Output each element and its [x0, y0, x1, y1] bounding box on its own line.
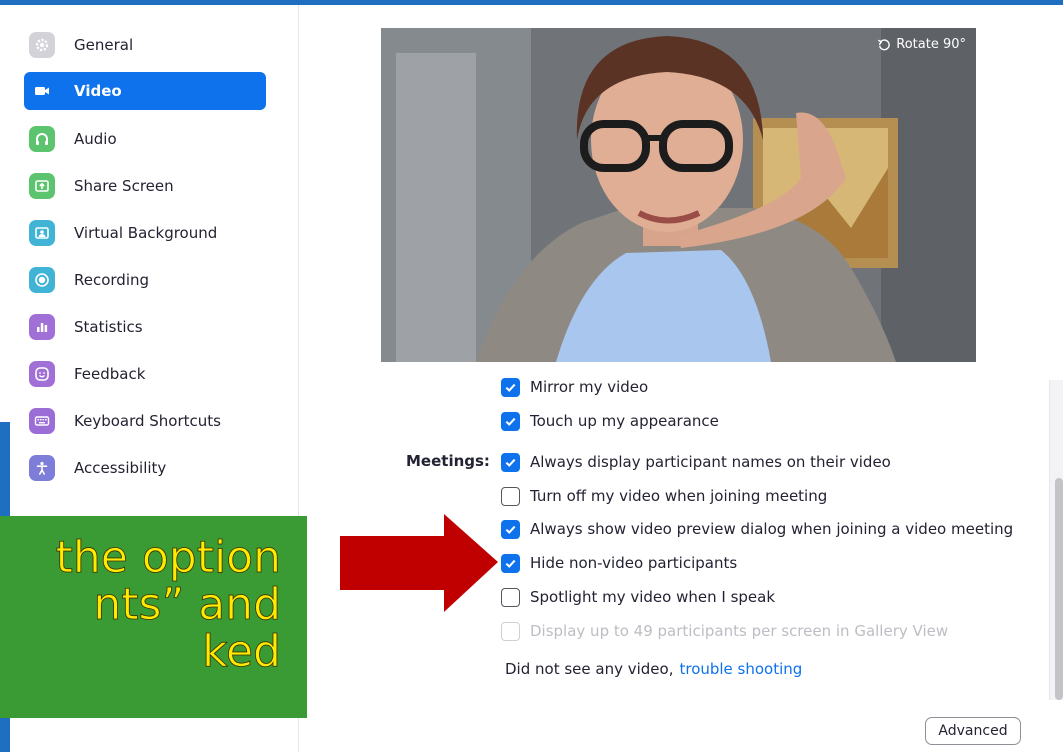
share-screen-icon [29, 173, 55, 199]
accessibility-icon [29, 455, 55, 481]
sidebar-item-label: Video [74, 82, 122, 100]
turn-off-video-checkbox[interactable] [501, 486, 520, 506]
sidebar-item-keyboard-shortcuts[interactable]: Keyboard Shortcuts [24, 402, 266, 440]
rotate-label: Rotate 90° [896, 37, 966, 52]
option-label: Turn off my video when joining meeting [530, 487, 828, 505]
option-label: Always display participant names on thei… [530, 453, 891, 471]
scrollbar-thumb[interactable] [1055, 478, 1063, 700]
sidebar-item-label: Recording [74, 271, 150, 289]
recording-icon [29, 267, 55, 293]
sidebar-item-accessibility[interactable]: Accessibility [24, 449, 266, 487]
trouble-text: Did not see any video, [505, 660, 674, 678]
option-touch-up-appearance[interactable]: Touch up my appearance [501, 410, 719, 432]
callout-text: the option nts” and ked [55, 532, 281, 677]
advanced-button[interactable]: Advanced [925, 717, 1021, 745]
video-camera-icon [29, 78, 55, 104]
gallery-49-checkbox [501, 621, 520, 641]
sidebar-item-label: Statistics [74, 318, 143, 336]
option-turn-off-video-joining[interactable]: Turn off my video when joining meeting [501, 485, 827, 507]
sidebar-item-label: General [74, 36, 134, 54]
sidebar-item-recording[interactable]: Recording [24, 261, 266, 299]
video-preview: Rotate 90° [381, 28, 976, 362]
option-show-video-preview[interactable]: Always show video preview dialog when jo… [501, 518, 1013, 540]
headphones-icon [29, 126, 55, 152]
option-label: Spotlight my video when I speak [530, 588, 776, 606]
option-label: Hide non-video participants [530, 554, 738, 572]
camera-feed-image [381, 28, 976, 362]
sidebar-item-label: Virtual Background [74, 224, 218, 242]
option-label: Mirror my video [530, 378, 649, 396]
check-icon [505, 383, 516, 392]
spotlight-checkbox[interactable] [501, 587, 520, 607]
hide-non-video-checkbox[interactable] [501, 553, 520, 573]
touch-up-checkbox[interactable] [501, 411, 520, 431]
virtual-background-icon [29, 220, 55, 246]
sidebar-item-feedback[interactable]: Feedback [24, 355, 266, 393]
sidebar-item-general[interactable]: General [24, 26, 266, 64]
check-icon [505, 559, 516, 568]
keyboard-icon [29, 408, 55, 434]
sidebar-item-audio[interactable]: Audio [24, 120, 266, 158]
sidebar-item-label: Accessibility [74, 459, 167, 477]
check-icon [505, 525, 516, 534]
red-arrow-icon [340, 514, 498, 612]
gear-icon [29, 32, 55, 58]
sidebar-item-statistics[interactable]: Statistics [24, 308, 266, 346]
option-label: Display up to 49 participants per screen… [530, 622, 949, 640]
check-icon [505, 417, 516, 426]
video-preview-checkbox[interactable] [501, 519, 520, 539]
sidebar-item-label: Share Screen [74, 177, 174, 195]
option-hide-non-video[interactable]: Hide non-video participants [501, 552, 737, 574]
option-label: Touch up my appearance [530, 412, 719, 430]
trouble-shooting-link[interactable]: trouble shooting [679, 660, 802, 678]
rotate-icon [878, 38, 891, 50]
sidebar-item-video[interactable]: Video [24, 72, 266, 110]
mirror-video-checkbox[interactable] [501, 377, 520, 397]
sidebar-item-label: Audio [74, 130, 117, 148]
option-display-participant-names[interactable]: Always display participant names on thei… [501, 451, 891, 473]
meetings-section-label: Meetings: [406, 452, 490, 470]
sidebar-item-share-screen[interactable]: Share Screen [24, 167, 266, 205]
sidebar-item-label: Feedback [74, 365, 146, 383]
rotate-90-button[interactable]: Rotate 90° [877, 37, 966, 52]
option-gallery-49: Display up to 49 participants per screen… [501, 620, 948, 642]
annotation-callout: the option nts” and ked [0, 516, 307, 718]
sidebar-item-virtual-background[interactable]: Virtual Background [24, 214, 266, 252]
display-names-checkbox[interactable] [501, 452, 520, 472]
statistics-icon [29, 314, 55, 340]
option-label: Always show video preview dialog when jo… [530, 520, 1014, 538]
option-spotlight-video[interactable]: Spotlight my video when I speak [501, 586, 775, 608]
troubleshooting-line: Did not see any video, trouble shooting [505, 660, 802, 678]
sidebar-item-label: Keyboard Shortcuts [74, 412, 221, 430]
feedback-smiley-icon [29, 361, 55, 387]
check-icon [505, 458, 516, 467]
option-mirror-video[interactable]: Mirror my video [501, 376, 648, 398]
